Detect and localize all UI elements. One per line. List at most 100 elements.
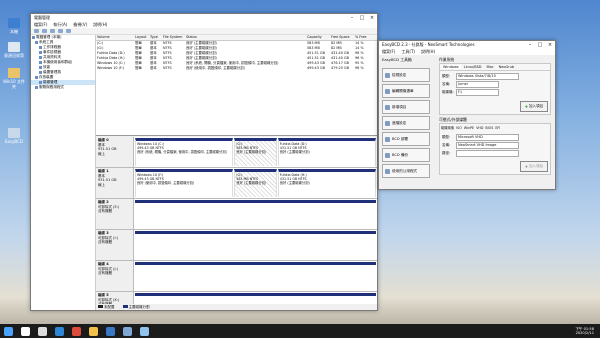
column-header[interactable]: Layout [134, 35, 149, 40]
tab-iso[interactable]: ISO [456, 126, 462, 130]
disk-state: 沒有媒體 [98, 240, 112, 244]
desktop-icon-recycle-bin[interactable]: 資源回收筒 [2, 42, 26, 58]
tree-label: 系統工具 [39, 40, 54, 44]
minimize-icon[interactable]: – [347, 14, 357, 22]
help-icon[interactable] [66, 29, 71, 33]
legend-label: 未配置 [104, 304, 115, 309]
name-input[interactable]: Jumei [456, 81, 499, 88]
table-row[interactable]: Windows 10 (F:) 簡單 基本 NTFS 良好 (使用中, 損毀傾印, 主要… [96, 66, 377, 71]
chrome-icon[interactable] [72, 326, 81, 336]
tab-disk-image[interactable]: 磁碟映像 [441, 125, 454, 130]
column-header[interactable]: Capacity [306, 35, 330, 40]
menu-help[interactable]: 說明(H) [93, 22, 107, 28]
performance-icon [39, 65, 42, 69]
properties-icon[interactable] [58, 29, 63, 33]
partition[interactable]: Fuhkia Data (H:) 431.51 GB NTFS 良好 (主要磁碟分割… [277, 169, 376, 197]
menu-tools[interactable]: 工具(T) [401, 49, 415, 55]
tab-linux[interactable]: Linux/BSD [462, 65, 484, 69]
path-input[interactable] [456, 150, 519, 157]
tab-bios[interactable]: BIOS [485, 126, 493, 130]
maximize-icon[interactable]: □ [535, 41, 545, 49]
tree-label: 工作排程器 [43, 45, 61, 49]
partition-status: 良好 (主要磁碟分割) [236, 150, 267, 155]
disk-label[interactable]: 磁碟 4 可卸除式 (J:) 沒有媒體 [96, 261, 134, 291]
clock[interactable]: 下午 01:58 2020/2/11 [575, 327, 600, 336]
tree-item-services[interactable]: 服務與應用程式 [31, 85, 95, 90]
menu-bar: 檔案(F) 工具(T) 說明(H) [379, 49, 555, 55]
disk-label[interactable]: 磁碟 3 可卸除式 (I:) 沒有媒體 [96, 230, 134, 260]
menu-view[interactable]: 檢視(V) [73, 22, 87, 28]
portable-tabs: 磁碟映像 ISO WinPE VHD BIOS EFI [440, 124, 550, 131]
drive-select[interactable]: F:\ [456, 89, 499, 96]
disk-label[interactable]: 磁碟 2 可卸除式 (E:) 沒有媒體 [96, 199, 134, 229]
bcd-deployment-button[interactable]: BCD 部署 [382, 132, 430, 146]
tab-neogrub[interactable]: NeoGrub [497, 65, 517, 69]
search-icon[interactable] [21, 326, 30, 336]
disk-label[interactable]: 磁碟 0 基本 931.51 GB 線上 [96, 137, 134, 167]
edge-icon[interactable] [55, 326, 64, 336]
computer-management-icon[interactable] [123, 326, 132, 336]
column-header[interactable]: Type [149, 35, 162, 40]
tab-mac[interactable]: Mac [485, 65, 496, 69]
menu-help[interactable]: 說明(H) [421, 49, 435, 55]
partition[interactable]: Windows 10 (C:) 499.43 GB NTFS 良好 (系統, 開機,… [135, 138, 234, 166]
tab-vhd[interactable]: VHD [476, 126, 483, 130]
toolbox-buttons: 檢視設定 編輯開機選單 新增項目 進階設定 BCD 部署 BCD 備份 使用的公… [382, 68, 430, 180]
forward-icon[interactable] [42, 29, 47, 33]
desktop-icon-folder[interactable]: Win10 文件夾 [2, 68, 26, 89]
menu-action[interactable]: 執行(A) [53, 22, 67, 28]
event-icon [39, 50, 42, 54]
type-select[interactable]: Windows Vista/7/8/10 [456, 73, 519, 80]
legend-label: 主要磁碟分割 [128, 304, 150, 309]
menu-file[interactable]: 檔案(F) [382, 49, 395, 55]
column-header[interactable]: % Free [354, 35, 373, 40]
close-icon[interactable]: × [367, 14, 377, 22]
column-header[interactable]: File System [162, 35, 185, 40]
close-icon[interactable]: × [545, 41, 555, 49]
partition[interactable]: (G:) 583 MB NTFS 良好 (主要磁碟分割) [234, 169, 277, 197]
easybcd-taskbar-icon[interactable] [140, 326, 149, 336]
maximize-icon[interactable]: □ [357, 14, 367, 22]
column-header[interactable]: Free Space [330, 35, 354, 40]
add-entry-button[interactable]: 新增項目 [382, 100, 430, 114]
users-icon [39, 60, 42, 64]
partition[interactable]: (G:) 583 MB NTFS 良好 (主要磁碟分割) [234, 138, 277, 166]
column-header[interactable]: Volume [96, 35, 134, 40]
advanced-settings-icon [385, 120, 390, 126]
back-icon[interactable] [34, 29, 39, 33]
advanced-settings-button[interactable]: 進階設定 [382, 116, 430, 130]
desktop-icon-easybcd[interactable]: EasyBCD [2, 128, 26, 144]
disk-label[interactable]: 磁碟 1 基本 931.51 GB 線上 [96, 168, 134, 198]
title-bar[interactable]: EasyBCD 2.3 - 社群版 - NeoSmart Technologie… [379, 41, 555, 49]
portable-name-input[interactable]: NeoSmart VHD Image [456, 142, 519, 149]
file-explorer-icon[interactable] [89, 326, 98, 336]
view-settings-button[interactable]: 檢視設定 [382, 68, 430, 82]
up-icon[interactable] [50, 29, 55, 33]
tab-windows[interactable]: Windows [441, 65, 461, 69]
partition[interactable]: Windows 10 (F:) 499.43 GB NTFS 良好 (使用中, 損毀… [135, 169, 234, 197]
bcd-backup-button[interactable]: BCD 備份 [382, 148, 430, 162]
task-view-icon[interactable] [38, 326, 47, 336]
tree-label: 事件檢視器 [43, 50, 61, 54]
tab-winpe[interactable]: WinPE [464, 126, 474, 130]
volume-list: Volume Layout Type File System Status Ca… [96, 35, 377, 136]
disk-state: 沒有媒體 [98, 271, 112, 275]
minimize-icon[interactable]: – [525, 41, 535, 49]
store-icon[interactable] [106, 326, 115, 336]
disk-row: 磁碟 1 基本 931.51 GB 線上 Windows 10 (F:) 499.43 G… [96, 168, 377, 199]
add-entry-os-button[interactable]: ✚ 加入項目 [520, 101, 548, 112]
disk-label[interactable]: 磁碟 5 可卸除式 (K:) 沒有媒體 [96, 292, 134, 304]
tab-efi[interactable]: EFI [495, 126, 500, 130]
column-header[interactable]: Status [185, 35, 306, 40]
menu-file[interactable]: 檔案(F) [34, 22, 47, 28]
add-entry-portable-button[interactable]: ✚ 加入項目 [520, 161, 548, 172]
desktop-icon-this-pc[interactable]: 本機 [2, 18, 26, 34]
partition[interactable]: Fuhkia Data (D:) 431.51 GB NTFS 良好 (主要磁碟分割… [277, 138, 376, 166]
portable-type-select[interactable]: Microsoft VHD [456, 134, 519, 141]
legend-bar: 未配置 主要磁碟分割 [96, 304, 377, 310]
start-icon[interactable] [4, 326, 13, 336]
utilities-button[interactable]: 使用的公用程式 [382, 164, 430, 178]
edit-boot-menu-button[interactable]: 編輯開機選單 [382, 84, 430, 98]
name-label: 名稱: [442, 82, 451, 86]
title-bar[interactable]: 電腦管理 – □ × [31, 14, 377, 22]
